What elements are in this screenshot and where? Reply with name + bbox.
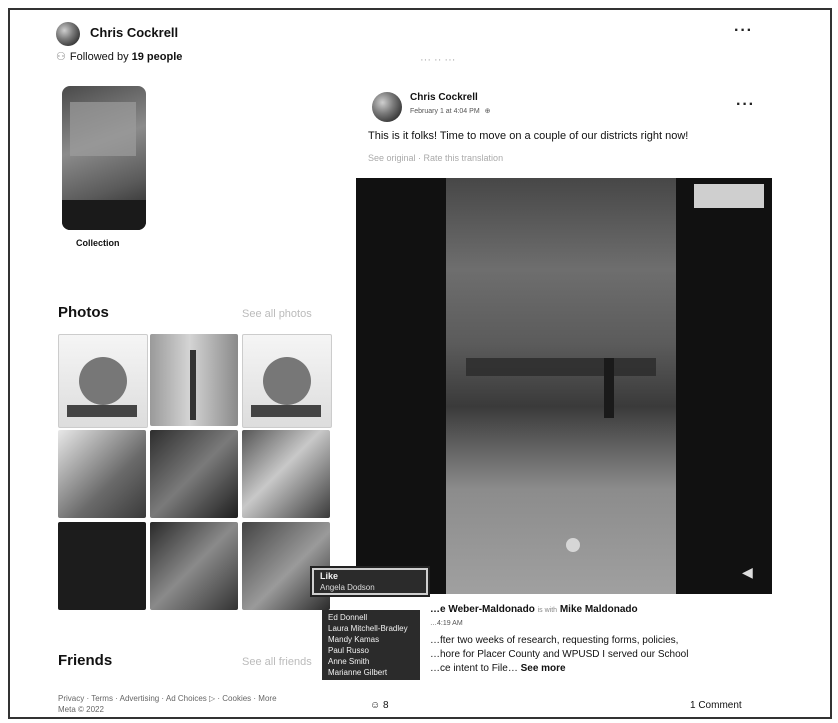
photo-3[interactable] — [242, 334, 332, 428]
reaction-names-list: Ed Donnell Laura Mitchell-Bradley Mandy … — [322, 610, 420, 680]
post-more-icon[interactable]: ··· — [736, 96, 755, 114]
post-author-avatar[interactable] — [372, 92, 402, 122]
reaction-menu: Like Angela Dodson — [312, 568, 428, 595]
photo-5[interactable] — [150, 430, 238, 518]
video-frame — [446, 178, 676, 594]
comment-header: …e Weber-Maldonado is with Mike Maldonad… — [430, 604, 638, 615]
followed-by: ⚇ Followed by 19 people — [56, 51, 183, 63]
reaction-user[interactable]: Laura Mitchell-Bradley — [322, 623, 420, 634]
reaction-user[interactable]: Marianne Gilbert — [322, 667, 420, 678]
comments-count[interactable]: 1 Comment — [690, 700, 742, 711]
photo-9[interactable] — [242, 522, 330, 610]
reaction-user[interactable]: Anne Smith — [322, 656, 420, 667]
photo-1[interactable] — [58, 334, 148, 428]
photo-2[interactable] — [150, 334, 238, 426]
photos-title: Photos — [58, 304, 109, 321]
reaction-menu-highlight[interactable]: Angela Dodson — [314, 582, 426, 593]
video-side-panel — [694, 184, 764, 208]
copyright: Meta © 2022 — [58, 705, 104, 714]
see-more-link[interactable]: See more — [521, 663, 566, 674]
faded-header-text: ··· ·· ··· — [420, 54, 456, 66]
comment-body: …fter two weeks of research, requesting … — [430, 635, 689, 674]
photo-4[interactable] — [58, 430, 146, 518]
friends-title: Friends — [58, 652, 113, 669]
reactions-summary[interactable]: ☺ 8 — [370, 700, 389, 711]
post-subtext[interactable]: See original · Rate this translation — [368, 153, 503, 163]
profile-name[interactable]: Chris Cockrell — [90, 25, 178, 40]
volume-icon[interactable]: ◀ — [742, 564, 753, 581]
photo-8[interactable] — [150, 522, 238, 610]
comment-tagged-user[interactable]: Mike Maldonado — [560, 604, 638, 615]
post-text: This is it folks! Time to move on a coup… — [368, 130, 689, 142]
see-all-photos-link[interactable]: See all photos — [242, 308, 312, 320]
collection-thumbnail[interactable] — [62, 86, 146, 230]
comment-author[interactable]: …e Weber-Maldonado — [430, 604, 535, 615]
reaction-user[interactable]: Paul Russo — [322, 645, 420, 656]
post-meta: February 1 at 4:04 PM ⊕ — [410, 108, 491, 115]
globe-icon: ⊕ — [484, 108, 491, 115]
photo-7[interactable] — [58, 522, 146, 610]
comment-time: …4:19 AM — [430, 620, 463, 627]
see-all-friends-link[interactable]: See all friends — [242, 656, 312, 668]
footer-links[interactable]: Privacy · Terms · Advertising · Ad Choic… — [58, 694, 338, 703]
profile-avatar[interactable] — [56, 22, 80, 46]
collection-label: Collection — [76, 238, 120, 248]
like-reaction-icon: ☺ — [370, 700, 381, 711]
followed-count[interactable]: 19 people — [132, 51, 183, 63]
reaction-user[interactable]: Ed Donnell — [322, 612, 420, 623]
profile-more-icon[interactable]: ··· — [734, 22, 753, 40]
reaction-user[interactable]: Mandy Kamas — [322, 634, 420, 645]
reaction-menu-title: Like — [320, 571, 339, 581]
post-video[interactable]: ◀ — [356, 178, 772, 594]
photo-6[interactable] — [242, 430, 330, 518]
page-frame: Chris Cockrell ··· ⚇ Followed by 19 peopl… — [8, 8, 832, 719]
post-author-name[interactable]: Chris Cockrell — [410, 92, 478, 103]
followers-icon: ⚇ — [56, 51, 66, 63]
